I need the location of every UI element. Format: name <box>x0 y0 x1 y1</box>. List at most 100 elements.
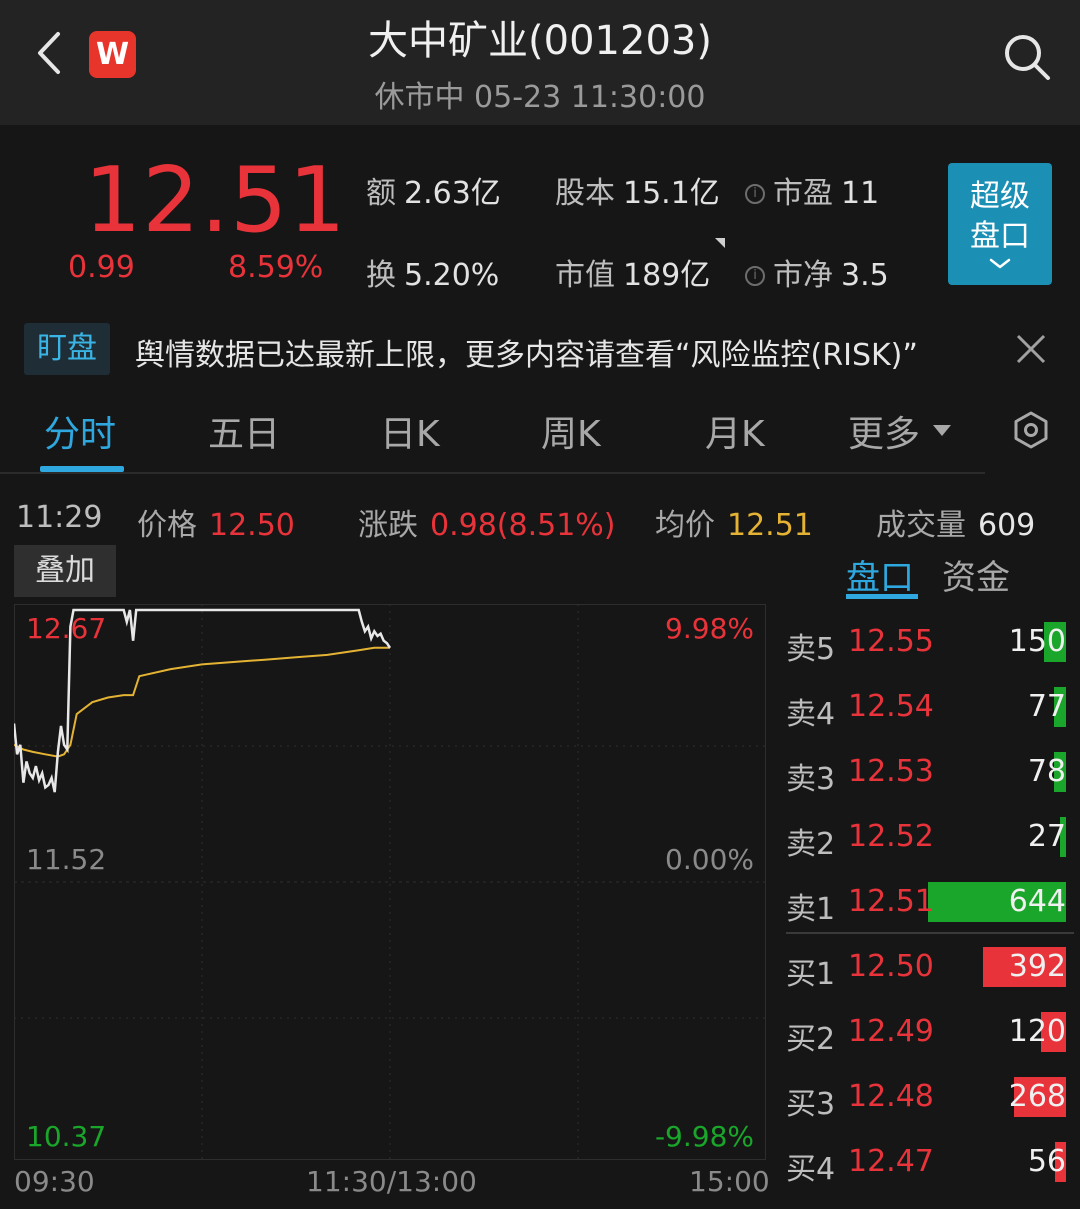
order-volume: 644 <box>1008 884 1066 919</box>
settings-hexagon-icon[interactable] <box>1011 410 1051 450</box>
order-price: 12.55 <box>848 624 934 659</box>
tab-five-day[interactable]: 五日 <box>208 405 280 457</box>
y-tick-high: 12.67 <box>26 612 107 645</box>
pe-value: 11 <box>841 176 880 211</box>
overlay-button[interactable]: 叠加 <box>14 545 116 597</box>
order-volume: 78 <box>1027 754 1066 789</box>
info-price-label: 价格 <box>137 508 197 543</box>
turnover-label: 换 <box>366 258 396 293</box>
tab-weekly-k[interactable]: 周K <box>541 405 601 457</box>
info-change: 涨跌 0.98(8.51%) <box>358 500 616 544</box>
mktcap-value: 189亿 <box>623 258 711 293</box>
price-change-percent: 8.59% <box>228 250 324 285</box>
side-tab-indicator <box>846 594 918 599</box>
market-status: 休市中 05-23 11:30:00 <box>374 80 706 115</box>
order-level-label: 卖4 <box>786 697 836 732</box>
mktcap-field[interactable]: 市值 189亿 <box>555 250 710 294</box>
corner-marker-icon <box>715 238 725 248</box>
x-tick-close: 15:00 <box>689 1165 770 1198</box>
turnover-field: 换 5.20% <box>366 250 499 294</box>
price-change: 0.99 <box>68 250 135 285</box>
info-average-value: 12.51 <box>727 508 813 543</box>
info-volume-label: 成交量 <box>876 508 966 543</box>
x-tick-open: 09:30 <box>14 1165 95 1198</box>
order-price: 12.47 <box>848 1144 934 1179</box>
tabs-divider <box>0 472 985 474</box>
info-volume: 成交量 609 <box>876 500 1035 544</box>
order-book-row: 卖5 12.55 150 <box>786 620 1068 667</box>
order-price: 12.52 <box>848 819 934 854</box>
order-level-label: 买4 <box>786 1152 836 1187</box>
tab-more-label: 更多 <box>848 414 921 455</box>
super-button-line2: 盘口 <box>970 219 1030 254</box>
info-average: 均价 12.51 <box>655 500 813 544</box>
order-book-row: 买1 12.50 392 <box>786 945 1068 992</box>
order-price: 12.53 <box>848 754 934 789</box>
tab-daily-k[interactable]: 日K <box>380 405 440 457</box>
tab-monthly-k[interactable]: 月K <box>705 405 765 457</box>
order-price: 12.48 <box>848 1079 934 1114</box>
crosshair-time: 11:29 <box>16 500 103 535</box>
order-book-row: 买2 12.49 120 <box>786 1010 1068 1057</box>
current-price: 12.51 <box>84 148 347 253</box>
capital-label: 股本 <box>555 176 615 211</box>
mktcap-label: 市值 <box>555 258 615 293</box>
order-book-row: 卖4 12.54 77 <box>786 685 1068 732</box>
info-icon: i <box>745 184 765 204</box>
order-book-row: 卖3 12.53 78 <box>786 750 1068 797</box>
pb-value: 3.5 <box>841 258 889 293</box>
triangle-down-icon <box>933 425 952 436</box>
order-price: 12.49 <box>848 1014 934 1049</box>
capital-value: 15.1亿 <box>623 176 720 211</box>
pct-tick-mid: 0.00% <box>665 843 754 876</box>
pb-field[interactable]: i 市净 3.5 <box>745 250 889 294</box>
order-book-row: 买4 12.47 56 <box>786 1140 1068 1187</box>
order-level-label: 买1 <box>786 957 836 992</box>
order-book-row: 卖1 12.51 644 <box>786 880 1068 927</box>
amount-field: 额 2.63亿 <box>366 168 501 212</box>
order-book-divider <box>786 932 1074 934</box>
x-tick-midday: 11:30/13:00 <box>306 1165 477 1198</box>
capital-field: 股本 15.1亿 <box>555 168 720 212</box>
y-tick-low: 10.37 <box>26 1120 107 1153</box>
tab-funds[interactable]: 资金 <box>942 550 1010 599</box>
order-volume: 120 <box>1008 1014 1066 1049</box>
pct-tick-low: -9.98% <box>654 1120 754 1153</box>
close-icon[interactable] <box>1014 332 1048 366</box>
chart-grid <box>14 604 766 1160</box>
info-change-value: 0.98(8.51%) <box>430 508 616 543</box>
order-book-row: 卖2 12.52 27 <box>786 815 1068 862</box>
tab-intraday[interactable]: 分时 <box>44 405 116 457</box>
pb-label: 市净 <box>773 258 833 293</box>
search-icon[interactable] <box>1002 32 1052 82</box>
info-average-label: 均价 <box>655 508 715 543</box>
order-level-label: 买2 <box>786 1022 836 1057</box>
y-tick-mid: 11.52 <box>26 843 107 876</box>
order-volume: 392 <box>1008 949 1066 984</box>
tab-more[interactable]: 更多 <box>848 405 953 457</box>
order-volume: 77 <box>1027 689 1066 724</box>
order-price: 12.54 <box>848 689 934 724</box>
order-level-label: 卖2 <box>786 827 836 862</box>
order-price: 12.50 <box>848 949 934 984</box>
order-level-label: 卖3 <box>786 762 836 797</box>
stock-title: 大中矿业(001203) <box>368 18 712 64</box>
risk-notice[interactable]: 舆情数据已达最新上限，更多内容请查看“风险监控(RISK)” <box>135 330 975 374</box>
order-volume: 27 <box>1027 819 1066 854</box>
pct-tick-high: 9.98% <box>665 612 754 645</box>
pe-label: 市盈 <box>773 176 833 211</box>
watch-tag[interactable]: 盯盘 <box>24 323 110 375</box>
pe-field[interactable]: i 市盈 11 <box>745 168 879 212</box>
intraday-chart[interactable] <box>14 604 766 1160</box>
super-orderbook-button[interactable]: 超级 盘口 <box>948 163 1052 285</box>
info-volume-value: 609 <box>978 508 1036 543</box>
order-level-label: 买3 <box>786 1087 836 1122</box>
order-level-label: 卖5 <box>786 632 836 667</box>
amount-label: 额 <box>366 176 396 211</box>
chevron-down-icon <box>989 258 1011 269</box>
amount-value: 2.63亿 <box>404 176 501 211</box>
info-price-value: 12.50 <box>209 508 295 543</box>
info-icon: i <box>745 266 765 286</box>
order-volume: 150 <box>1008 624 1066 659</box>
tab-orderbook[interactable]: 盘口 <box>846 550 914 599</box>
